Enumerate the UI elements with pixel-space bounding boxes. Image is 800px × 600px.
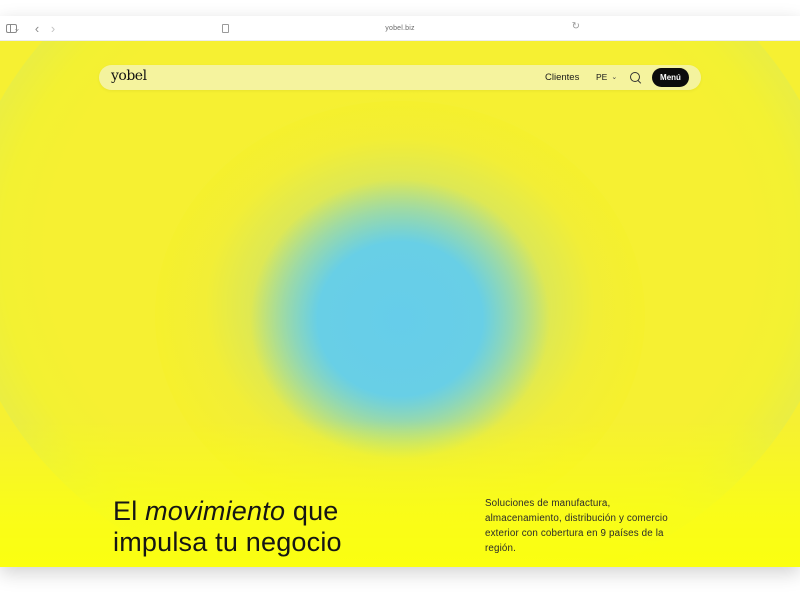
headline-italic: movimiento <box>145 496 286 526</box>
address-bar[interactable]: yobel.biz ↻ <box>212 19 588 37</box>
browser-toolbar: ⌄ ‹ › yobel.biz ↻ <box>0 16 800 41</box>
menu-button[interactable]: Menú <box>652 68 689 87</box>
headline-line-2: impulsa tu negocio <box>113 527 342 557</box>
site-navbar: yobel Clientes PE ⌄ Menú <box>99 65 701 90</box>
chevron-down-icon: ⌄ <box>611 74 618 81</box>
back-arrow-icon[interactable]: ‹ <box>30 20 44 36</box>
chevron-down-icon[interactable]: ⌄ <box>12 20 22 36</box>
hero-headline: El movimiento que impulsa tu negocio <box>113 496 342 558</box>
headline-line-1: El movimiento que <box>113 496 342 527</box>
yobel-logo[interactable]: yobel <box>111 68 147 84</box>
nav-link-clientes[interactable]: Clientes <box>545 72 579 83</box>
page-icon <box>222 24 229 33</box>
search-icon[interactable] <box>630 72 640 82</box>
headline-text-2: que <box>285 496 339 526</box>
reload-icon[interactable]: ↻ <box>572 21 580 32</box>
hero-description: Soluciones de manufactura, almacenamient… <box>485 498 668 554</box>
language-code: PE <box>596 72 608 82</box>
web-page: yobel Clientes PE ⌄ Menú El movimiento q… <box>0 41 800 567</box>
url-text: yobel.biz <box>385 24 415 32</box>
headline-text-1: El <box>113 496 146 526</box>
browser-window: ⌄ ‹ › yobel.biz ↻ yobel Clientes PE ⌄ Me… <box>0 16 800 567</box>
forward-arrow-icon[interactable]: › <box>46 20 60 36</box>
language-selector[interactable]: PE ⌄ <box>596 72 617 82</box>
